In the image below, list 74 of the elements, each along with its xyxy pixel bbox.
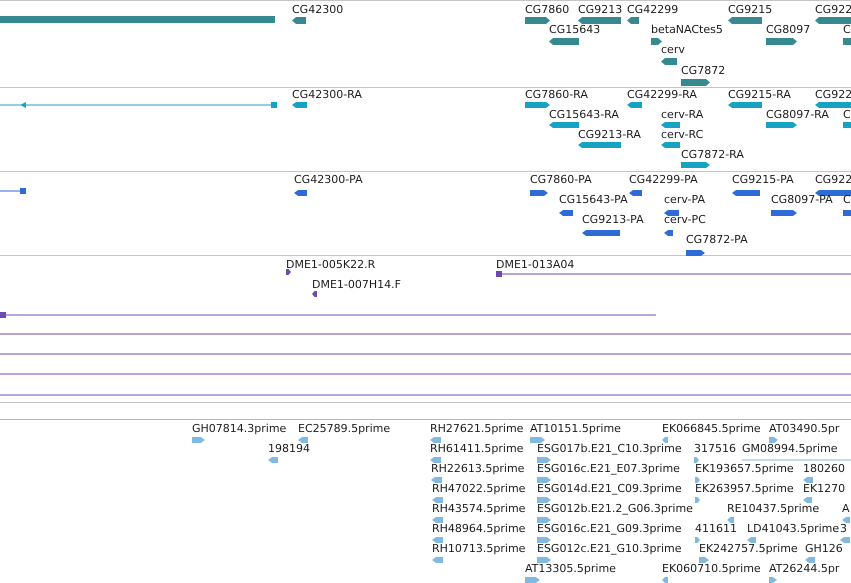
feature-label: RH27621.5prime — [430, 422, 524, 435]
feature-label: CG7860-PA — [530, 173, 592, 186]
feature-label: EK060710.5prime — [662, 562, 761, 575]
feature-label: CG7860-RA — [525, 88, 588, 101]
feature-label: cerv-PC — [664, 213, 706, 226]
feature-label: CG9213-RA — [578, 128, 641, 141]
feature-label: AT26244.5pr — [769, 562, 840, 575]
feature-label: A — [842, 502, 850, 515]
feature-label: CG9215-PA — [732, 173, 794, 186]
feature-label: ESG017b.E21_C10.3prime — [537, 442, 682, 455]
feature-label: CG42300-PA — [294, 173, 363, 186]
feature-label: DME1-013A04 — [496, 258, 574, 271]
feature-label: AT10151.5prime — [530, 422, 621, 435]
feature-label: CG922 — [815, 173, 851, 186]
feature-label: CG922 — [815, 3, 851, 16]
feature-label: CG42299-RA — [627, 88, 697, 101]
feature-label: AT13305.5prime — [525, 562, 616, 575]
feature-label: ESG016c.E21_G09.3prime — [537, 522, 682, 535]
feature-label: CG7872 — [681, 64, 726, 77]
feature-label: cerv — [661, 43, 685, 56]
feature-label: CG42299 — [627, 3, 678, 16]
feature-label: ESG014d.E21_C09.3prime — [537, 482, 682, 495]
feature-label: CG9215 — [728, 3, 772, 16]
feature-label: CG8097-RA — [766, 108, 829, 121]
feature-label: cerv-RA — [661, 108, 704, 121]
feature-label: RH22613.5prime — [431, 462, 524, 475]
feature-label: 198194 — [268, 442, 310, 455]
feature-label: C — [843, 108, 851, 121]
feature-label: CG9213 — [578, 3, 622, 16]
feature-label: CG9213-PA — [582, 213, 644, 226]
feature-label: DME1-005K22.R — [286, 258, 376, 271]
feature-label: CG922 — [815, 88, 851, 101]
feature-label: RH10713.5prime — [432, 542, 526, 555]
feature-label: C — [843, 23, 851, 36]
feature-label: ESG016c.E21_E07.3prime — [537, 462, 680, 475]
feature-label: EK263957.5prime — [695, 482, 794, 495]
feature-label: EK242757.5prime — [699, 542, 798, 555]
feature-label: CG42299-PA — [629, 173, 698, 186]
feature-label: C — [843, 193, 851, 206]
feature-label: GM08994.5prime — [742, 442, 838, 455]
feature-label: betaNACtes5 — [651, 23, 723, 36]
feature-label: CG7872-PA — [686, 233, 748, 246]
feature-label: DME1-007H14.F — [312, 278, 401, 291]
feature-label: GH126 — [805, 542, 843, 555]
feature-label: EC25789.5prime — [298, 422, 390, 435]
feature-label: CG8097-PA — [771, 193, 833, 206]
feature-label: cerv-RC — [661, 128, 704, 141]
feature-label: LD41043.5prime — [747, 522, 840, 535]
feature-label: CG15643-PA — [559, 193, 628, 206]
feature-label: 3 — [840, 522, 847, 535]
feature-label: RH43574.5prime — [432, 502, 526, 515]
feature-label: CG42300-RA — [292, 88, 362, 101]
feature-label: EK193657.5prime — [695, 462, 794, 475]
feature-label: 317516 — [694, 442, 736, 455]
feature-label: CG15643 — [549, 23, 600, 36]
feature-label: CG15643-RA — [549, 108, 619, 121]
feature-label: CG42300 — [292, 3, 344, 16]
feature-label: 411611 — [695, 522, 737, 535]
feature-label: RH61411.5prime — [430, 442, 524, 455]
feature-label: RH47022.5prime — [432, 482, 526, 495]
feature-label: CG9215-RA — [728, 88, 791, 101]
feature-label: EK1270 — [803, 482, 846, 495]
feature-label: 180260 — [803, 462, 845, 475]
feature-label: CG8097 — [766, 23, 810, 36]
feature-label: RH48964.5prime — [432, 522, 526, 535]
feature-label: CG7872-RA — [681, 148, 744, 161]
feature-label: cerv-PA — [664, 193, 705, 206]
feature-label: RE10437.5prime — [727, 502, 820, 515]
feature-label: CG7860 — [525, 3, 570, 16]
feature-label: EK066845.5prime — [662, 422, 761, 435]
feature-label: ESG012b.E21.2_G06.3prime — [537, 502, 693, 515]
feature-label: GH07814.3prime — [192, 422, 286, 435]
feature-label: ESG012c.E21_G10.3prime — [537, 542, 682, 555]
feature-label: AT03490.5pr — [769, 422, 840, 435]
